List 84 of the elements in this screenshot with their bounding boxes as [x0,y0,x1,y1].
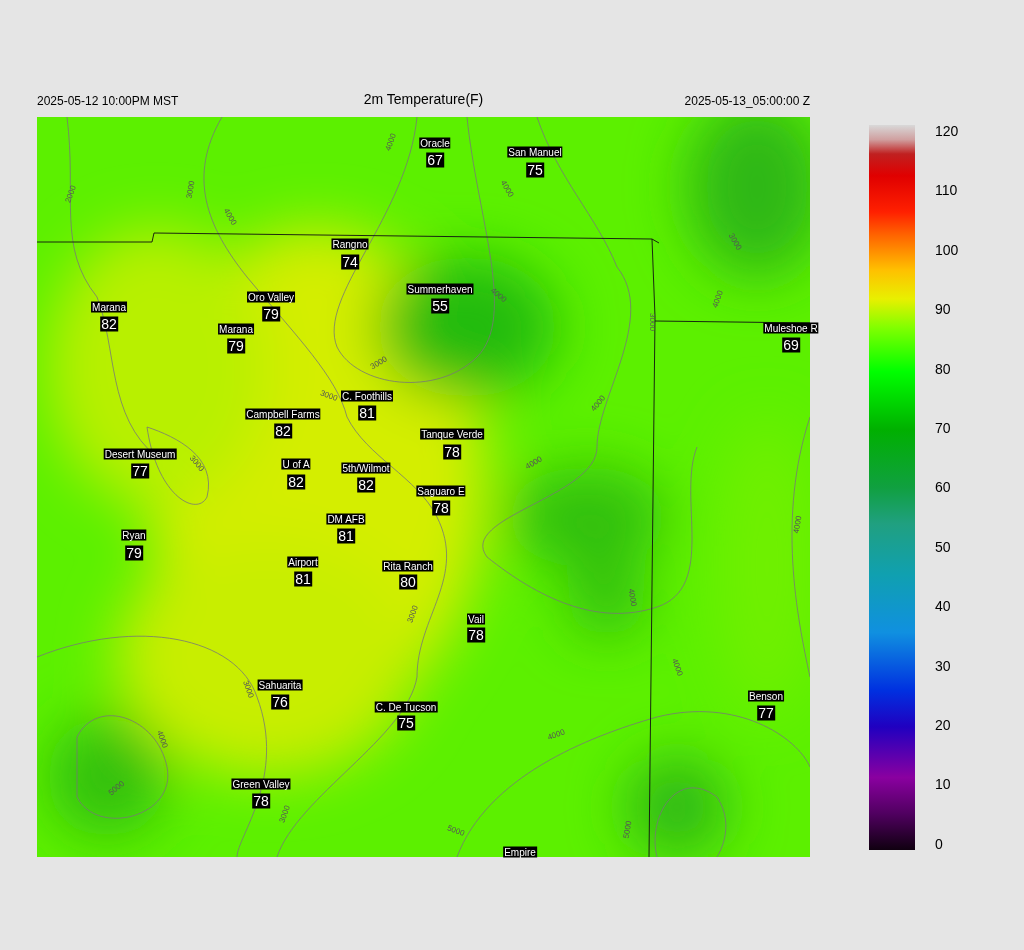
contour-label: 3000 [648,313,657,331]
model-run-time: 2025-05-12 10:00PM MST [37,93,180,110]
contour-label: 3000 [277,804,292,825]
station-name: Summerhaven [406,283,474,295]
station-name: Empire [503,846,537,858]
colorbar-tick-label: 110 [935,182,959,199]
colorbar-tick-label: 0 [935,835,944,852]
contour-label: 4000 [155,729,170,750]
station-name: Muleshoe R [763,322,819,334]
colorbar-tick-label: 100 [935,241,959,258]
contour-label: 4000 [488,285,509,305]
temperature-value: 79 [125,545,143,561]
station-name: Green Valley [231,778,291,790]
station-name: Oracle [419,137,451,149]
station-name: Rita Ranch [382,560,434,572]
temperature-value: 55 [431,298,449,314]
station-name: Campbell Farms [245,408,321,420]
station-name: 5th/Wilmot [341,462,391,474]
station-name: Sahuarita [257,679,303,691]
contour-label: 3000 [318,388,339,403]
temperature-value: 79 [227,338,245,354]
temperature-value: 81 [358,405,376,421]
temperature-value: 75 [526,162,544,178]
station-name: U of A [281,458,311,470]
temperature-value: 82 [357,477,375,493]
station-name: Marana [91,301,127,313]
station-name: Saguaro E [416,485,466,497]
contour-label: 5000 [445,823,466,838]
contour-label: 4000 [546,727,567,742]
contour-label: 3000 [184,180,197,200]
station-name: Benson [748,690,784,702]
station-name: Marana [218,323,254,335]
temperature-value: 80 [399,574,417,590]
station-name: DM AFB [326,513,366,525]
colorbar-tick-label: 40 [935,598,952,615]
station-name: Vail [467,613,485,625]
temperature-value: 82 [287,474,305,490]
temperature-value: 74 [341,254,359,270]
station-name: Rangno [331,238,369,250]
temperature-value: 81 [294,571,312,587]
contour-label: 5000 [621,820,634,840]
station-name: Airport [287,556,319,568]
temperature-value: 78 [252,793,270,809]
contour-label: 2000 [63,184,78,205]
colorbar-tick-label: 30 [935,657,952,674]
temperature-value: 75 [397,715,415,731]
colorbar-tick-label: 50 [935,538,952,555]
contour-label: 3000 [368,354,389,372]
colorbar-tick-label: 120 [935,123,959,139]
contour-label: 3000 [405,604,420,625]
temperature-value: 78 [443,444,461,460]
station-name: Oro Valley [247,291,295,303]
colorbar-tick-label: 60 [935,479,952,496]
contour-label: 4000 [710,289,725,310]
station-name: Ryan [121,529,147,541]
colorbar-tick-label: 90 [935,301,952,318]
contour-label: 4000 [626,588,639,608]
colorbar-tick-label: 20 [935,717,952,734]
temperature-value: 77 [757,705,775,721]
contour-label: 4000 [670,657,685,678]
colorbar-tick-label: 70 [935,420,952,437]
contour-label: 4000 [523,454,544,472]
temperature-value: 69 [782,337,800,353]
colorbar-tick-label: 10 [935,776,952,793]
temperature-value: 78 [432,500,450,516]
station-name: Tanque Verde [420,428,484,440]
station-name: San Manuel [507,146,563,158]
temperature-value: 78 [467,627,485,643]
colorbar-tick-label: 80 [935,360,952,377]
contour-label: 4000 [383,132,398,153]
temperature-value: 77 [131,463,149,479]
temperature-value: 81 [337,528,355,544]
temperature-value: 79 [262,306,280,322]
contour-label: 3000 [241,679,256,700]
temperature-value: 82 [274,423,292,439]
temperature-value: 67 [426,152,444,168]
map-title: 2m Temperature(F) [362,90,485,109]
valid-time: 2025-05-13_05:00:00 Z [683,93,810,110]
temperature-value: 82 [100,316,118,332]
station-name: Desert Museum [103,448,177,460]
station-name: C. Foothills [341,390,393,402]
temperature-value: 76 [271,694,289,710]
contour-label: 4000 [791,515,804,535]
station-name: C. De Tucson [374,701,438,713]
